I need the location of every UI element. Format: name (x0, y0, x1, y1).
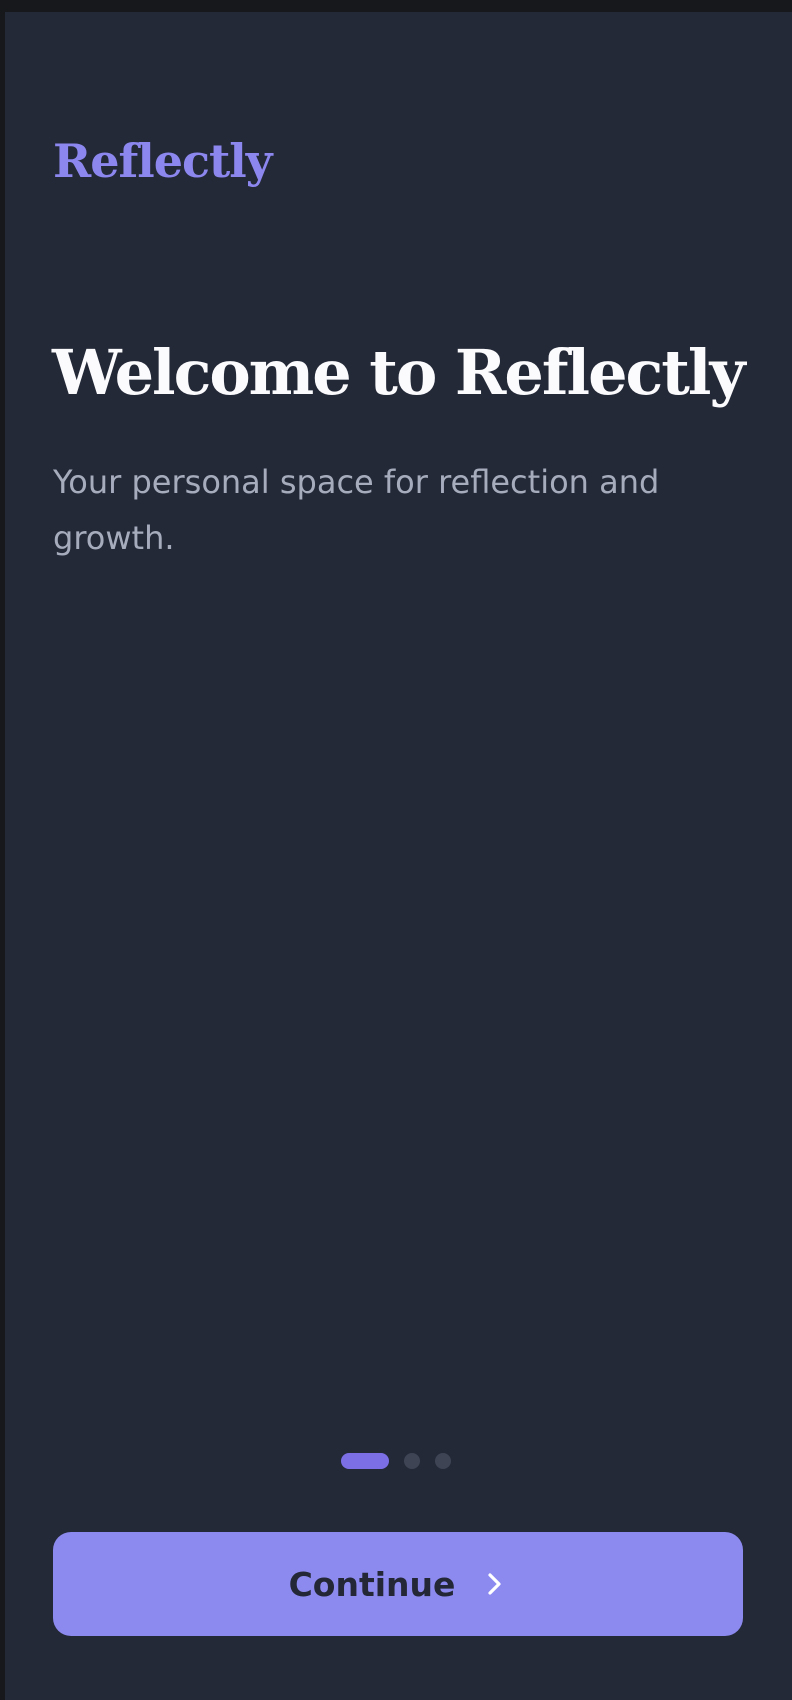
page-dot-active[interactable] (341, 1453, 389, 1469)
continue-button-label: Continue (288, 1564, 456, 1604)
page-dot[interactable] (435, 1453, 451, 1469)
brand-logo: Reflectly (53, 134, 272, 188)
page-dot[interactable] (404, 1453, 420, 1469)
chevron-right-icon (488, 1573, 502, 1595)
welcome-title: Welcome to Reflectly (52, 336, 746, 409)
continue-button[interactable]: Continue (53, 1532, 743, 1636)
onboarding-screen: Reflectly Welcome to Reflectly Your pers… (5, 12, 792, 1700)
page-indicator (5, 1452, 792, 1470)
welcome-subtitle: Your personal space for reflection and g… (53, 463, 660, 557)
